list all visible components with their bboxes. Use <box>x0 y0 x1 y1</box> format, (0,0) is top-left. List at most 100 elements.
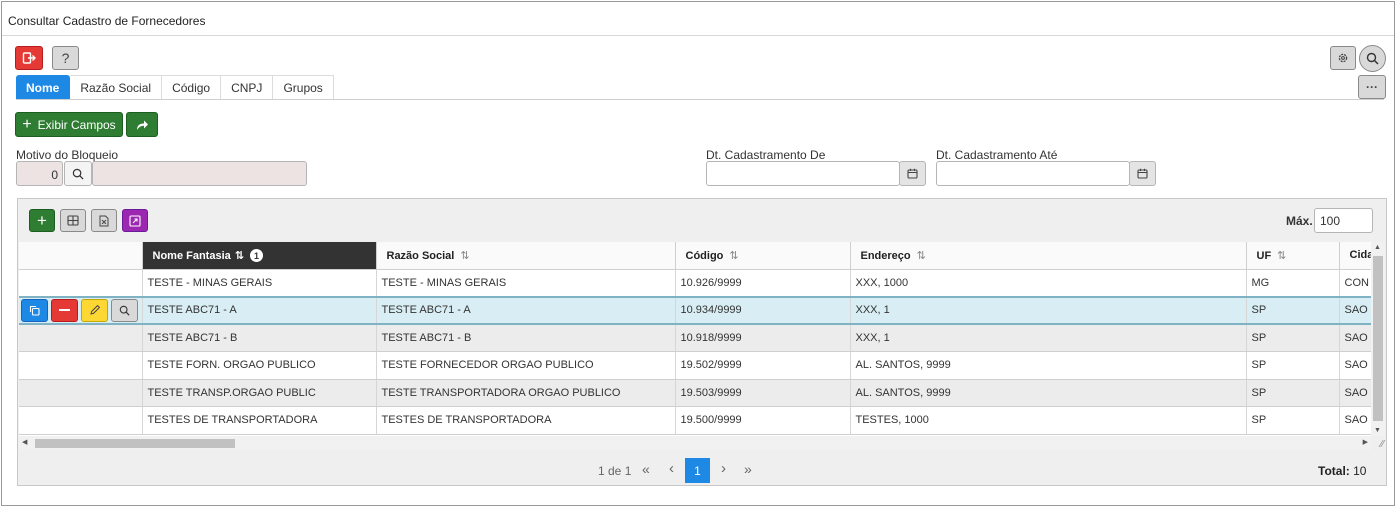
first-page-button[interactable]: « <box>642 461 650 477</box>
share-button[interactable] <box>126 112 158 137</box>
cell-cidade: CON <box>1339 269 1371 297</box>
sort-icon: ⇅ <box>916 249 926 262</box>
column-header-uf[interactable]: UF ⇅ <box>1246 242 1340 270</box>
cell-nome-fantasia: TESTE FORN. ORGAO PUBLICO <box>142 351 377 380</box>
table-row[interactable]: TESTE - MINAS GERAIS TESTE - MINAS GERAI… <box>19 269 1371 297</box>
sort-icon: ⇅ <box>729 249 739 262</box>
tab-nome[interactable]: Nome <box>16 75 71 100</box>
grid-layout-button[interactable] <box>60 209 86 232</box>
horizontal-scroll-thumb[interactable] <box>35 439 235 448</box>
main-window: Consultar Cadastro de Fornecedores ? ···… <box>1 1 1395 506</box>
add-record-button[interactable]: + <box>29 209 55 232</box>
motivo-search-button[interactable] <box>64 161 92 186</box>
max-records-input[interactable]: 100 <box>1314 208 1373 233</box>
tab-cnpj[interactable]: CNPJ <box>221 75 274 100</box>
cell-endereco: XXX, 1 <box>850 324 1247 352</box>
table-row[interactable]: TESTE ABC71 - B TESTE ABC71 - B 10.918/9… <box>19 324 1371 352</box>
cell-uf: SP <box>1246 379 1340 407</box>
next-page-button[interactable]: › <box>721 460 726 477</box>
actions-column-header <box>19 242 143 270</box>
pencil-icon <box>89 305 100 315</box>
table-row[interactable]: TESTE FORN. ORGAO PUBLICO TESTE FORNECED… <box>19 351 1371 380</box>
row-actions-cell <box>19 295 143 325</box>
prev-page-button[interactable]: ‹ <box>669 460 674 477</box>
sort-order-badge: 1 <box>249 249 263 262</box>
calendar-icon <box>907 168 918 179</box>
edit-row-button[interactable] <box>81 298 108 322</box>
cell-cidade: SAO <box>1339 379 1371 407</box>
table-row[interactable]: TESTE TRANSP.ORGAO PUBLIC TESTE TRANSPOR… <box>19 379 1371 407</box>
copy-row-button[interactable] <box>21 298 48 322</box>
cell-nome-fantasia: TESTES DE TRANSPORTADORA <box>142 406 377 435</box>
scroll-up-arrow-icon[interactable]: ▲ <box>1374 244 1381 251</box>
exit-button[interactable] <box>15 46 43 70</box>
expand-grid-button[interactable] <box>122 209 148 232</box>
table-row[interactable]: TESTES DE TRANSPORTADORA TESTES DE TRANS… <box>19 406 1371 435</box>
scroll-down-arrow-icon[interactable]: ▼ <box>1374 427 1381 434</box>
results-grid-panel: + Máx. 100 Nome Fantasia ⇅ 1 Razão Socia… <box>17 198 1387 486</box>
sort-asc-icon: ⇅ <box>234 249 244 262</box>
help-button[interactable]: ? <box>52 46 79 70</box>
dt-ate-calendar-button[interactable] <box>1129 161 1156 186</box>
total-text: Total: <box>1318 464 1350 478</box>
page-1-button[interactable]: 1 <box>685 458 710 483</box>
cell-nome-fantasia: TESTE ABC71 - A <box>142 295 377 325</box>
dt-de-calendar-button[interactable] <box>899 161 926 186</box>
tab-razao-social[interactable]: Razão Social <box>70 75 163 100</box>
last-page-button[interactable]: » <box>744 461 752 477</box>
vertical-scrollbar[interactable]: ▲ ▼ <box>1371 242 1385 436</box>
row-actions-cell <box>19 406 143 435</box>
row-actions-cell <box>19 324 143 352</box>
resize-grip-icon[interactable]: ⁄⁄ <box>1381 439 1384 450</box>
column-header-codigo[interactable]: Código ⇅ <box>675 242 851 270</box>
column-header-razao-social[interactable]: Razão Social ⇅ <box>376 242 676 270</box>
export-excel-button[interactable] <box>91 209 117 232</box>
more-options-button[interactable]: ··· <box>1358 75 1386 99</box>
cell-razao-social: TESTE FORNECEDOR ORGAO PUBLICO <box>376 351 676 380</box>
copy-icon <box>29 305 40 316</box>
grid-icon <box>67 215 79 226</box>
cell-endereco: AL. SANTOS, 9999 <box>850 351 1247 380</box>
scroll-left-arrow-icon[interactable]: ◀ <box>22 438 27 446</box>
table-row-selected[interactable]: TESTE ABC71 - A TESTE ABC71 - A 10.934/9… <box>19 295 1371 325</box>
exibir-campos-button[interactable]: + Exibir Campos <box>15 112 123 137</box>
dt-cadastramento-ate-input[interactable] <box>936 161 1130 186</box>
horizontal-scrollbar[interactable]: ◀ ▶ <box>19 436 1371 450</box>
settings-button[interactable] <box>1330 46 1356 70</box>
scroll-right-arrow-icon[interactable]: ▶ <box>1363 438 1368 446</box>
tab-codigo[interactable]: Código <box>162 75 222 100</box>
dt-cadastramento-ate-label: Dt. Cadastramento Até <box>936 148 1058 162</box>
delete-row-button[interactable] <box>51 298 78 322</box>
view-row-button[interactable] <box>111 298 138 322</box>
column-label: Código <box>685 249 724 262</box>
help-icon: ? <box>61 50 70 66</box>
column-header-endereco[interactable]: Endereço ⇅ <box>850 242 1247 270</box>
column-label: UF <box>1256 249 1272 262</box>
cell-codigo: 19.500/9999 <box>675 406 851 435</box>
expand-icon <box>129 214 141 227</box>
cell-uf: SP <box>1246 295 1340 325</box>
column-header-nome-fantasia[interactable]: Nome Fantasia ⇅ 1 <box>142 242 377 270</box>
motivo-bloqueio-label: Motivo do Bloqueio <box>16 148 119 162</box>
cell-cidade: SAO <box>1339 295 1371 325</box>
row-actions-cell <box>19 351 143 380</box>
dt-cadastramento-de-label: Dt. Cadastramento De <box>706 148 826 162</box>
ellipsis-icon: ··· <box>1366 80 1378 94</box>
tab-grupos[interactable]: Grupos <box>273 75 334 100</box>
row-actions-cell <box>19 269 143 297</box>
excel-file-icon <box>99 215 109 226</box>
motivo-code-field[interactable]: 0 <box>16 161 63 186</box>
sort-icon: ⇅ <box>460 249 470 262</box>
results-table-container: Nome Fantasia ⇅ 1 Razão Social ⇅ Código ⇅ En… <box>19 242 1371 436</box>
search-toggle-button[interactable] <box>1359 45 1386 72</box>
column-header-cidade[interactable]: Cida <box>1339 242 1371 270</box>
cell-endereco: AL. SANTOS, 9999 <box>850 379 1247 407</box>
search-icon <box>72 168 84 180</box>
plus-icon: + <box>22 115 32 133</box>
max-label: Máx. <box>1286 214 1313 228</box>
dt-cadastramento-de-input[interactable] <box>706 161 900 186</box>
page-info: 1 de 1 <box>598 464 632 478</box>
vertical-scroll-thumb[interactable] <box>1373 256 1383 421</box>
total-label: Total: 10 <box>1318 464 1366 478</box>
cell-nome-fantasia: TESTE TRANSP.ORGAO PUBLIC <box>142 379 377 407</box>
